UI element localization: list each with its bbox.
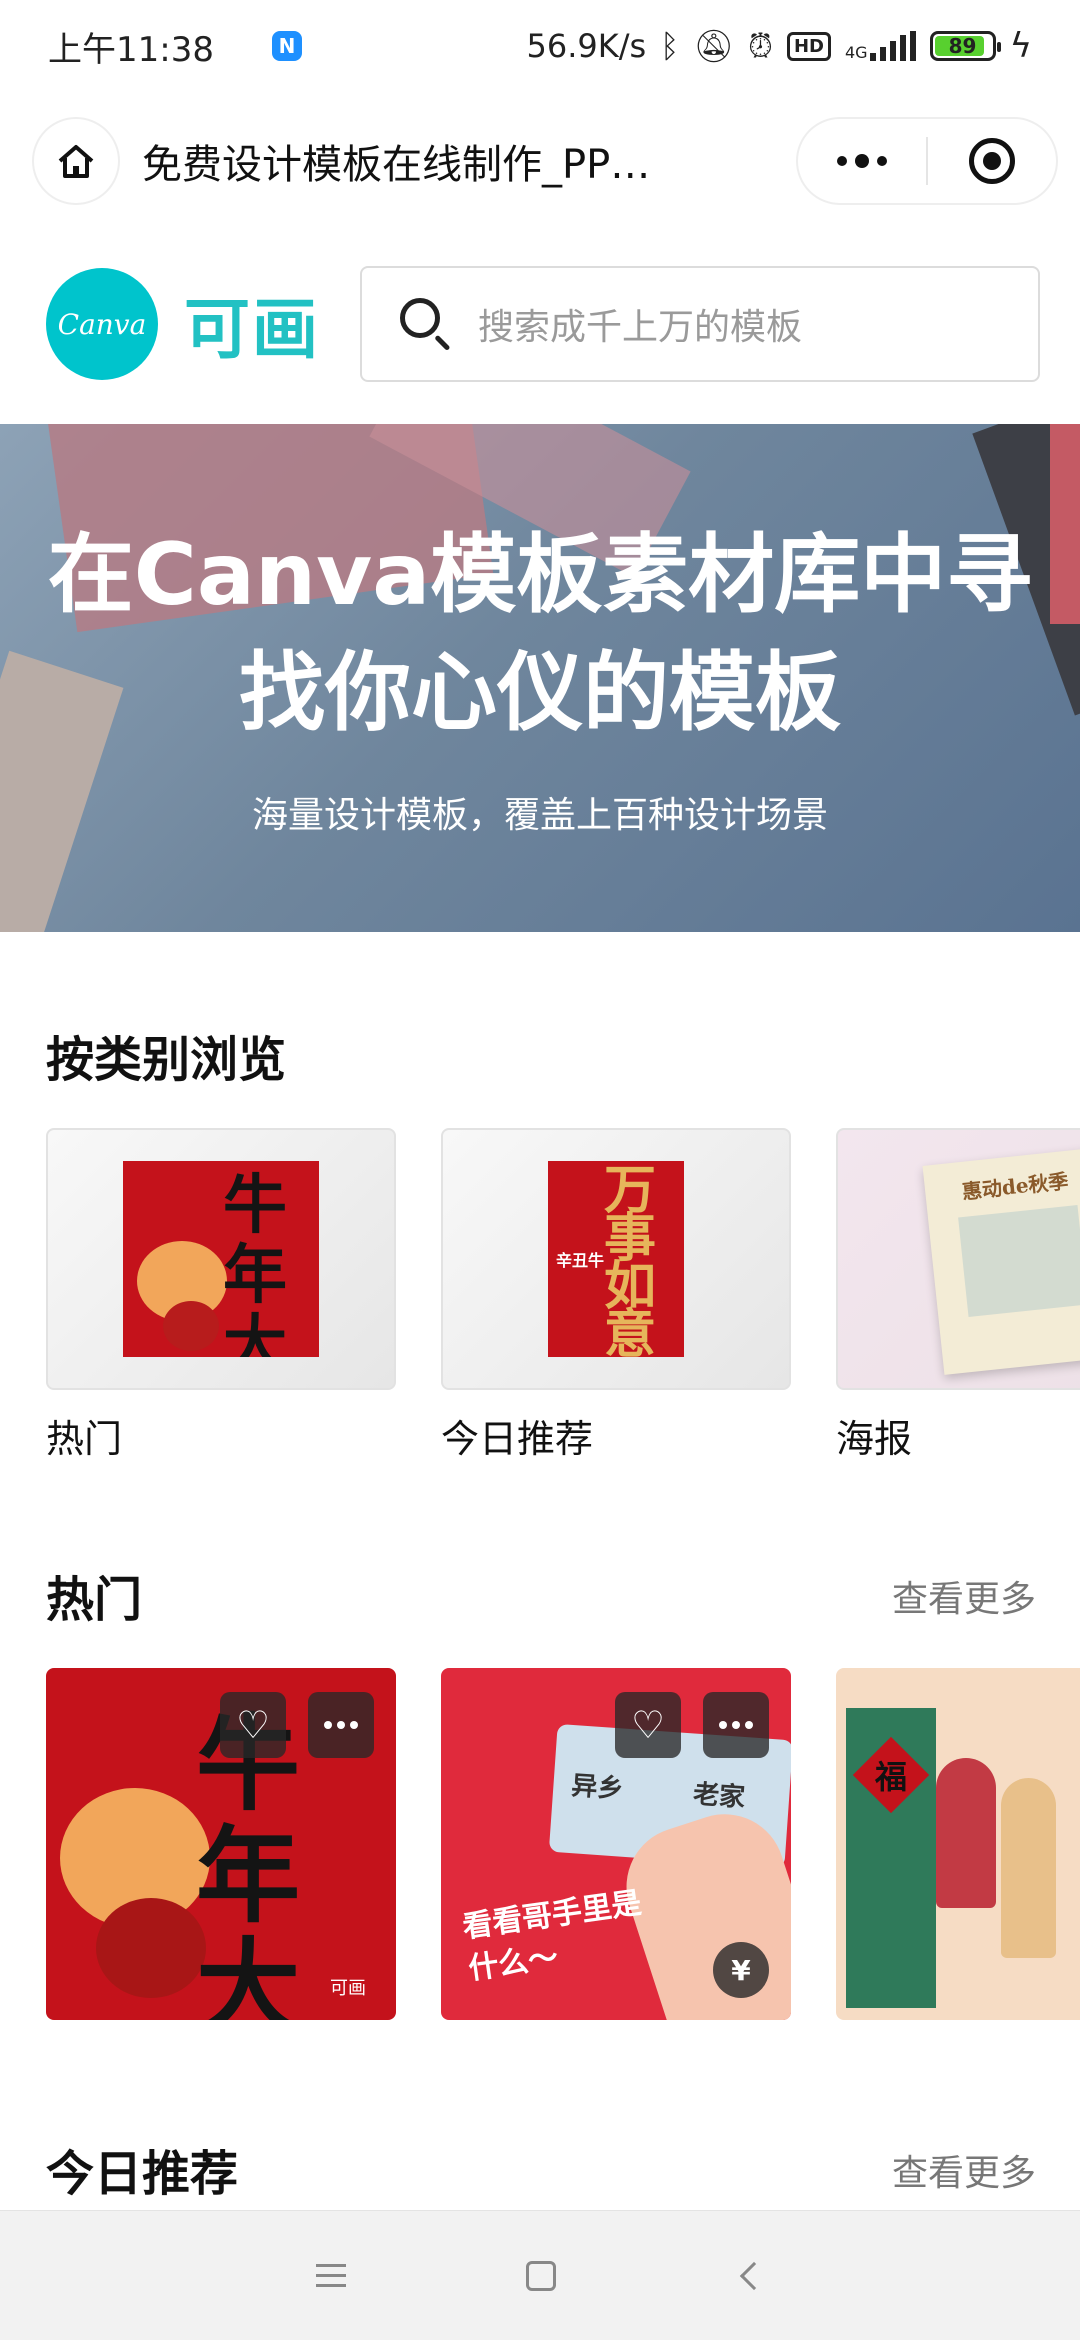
artwork-person [1001,1778,1056,1958]
category-label: 海报 [836,1417,913,1461]
alarm-icon: ⏰︎ [748,27,773,65]
capsule-menu [796,117,1058,205]
search-placeholder: 搜索成千上万的模板 [478,307,803,348]
category-thumbnail: 惠动de秋季 [836,1128,1080,1390]
more-menu-button[interactable] [798,119,926,203]
template-card[interactable]: 福 ♡ [836,1668,1080,2020]
home-icon [58,145,94,178]
charging-icon: ϟ [1009,26,1032,66]
category-label: 热门 [46,1417,123,1461]
header: Canva 可画 搜索成千上万的模板 [46,266,1040,382]
canva-logo[interactable]: Canva [46,268,158,380]
search-input[interactable]: 搜索成千上万的模板 [360,266,1040,382]
system-nav-bar [0,2210,1080,2340]
hero-decoration [1050,424,1080,624]
card-more-button[interactable] [308,1692,374,1758]
target-icon [969,138,1015,184]
network-type: 4G [844,43,868,62]
status-time: 上午11:38 [48,29,214,70]
heart-icon: ♡ [235,1703,271,1747]
more-dots-icon [837,154,887,168]
artwork-caption: 看看哥手里是什么～ [460,1885,644,1987]
artwork-text: 老家 [692,1779,747,1814]
home-button[interactable] [32,117,120,205]
template-card[interactable]: 牛年大吉 可画 ♡ [46,1668,396,2020]
mini-program-title-bar: 免费设计模板在线制作_PP… [32,116,1058,206]
hero-banner: 在Canva模板素材库中寻找你心仪的模板 海量设计模板，覆盖上百种设计场景 [0,424,1080,932]
hero-subtitle: 海量设计模板，覆盖上百种设计场景 [251,795,828,836]
more-dots-icon [719,1721,753,1729]
template-card[interactable]: 异乡 老家 看看哥手里是什么～ ♡ ¥ [441,1668,791,2020]
hot-heading: 热门 [46,1572,143,1628]
today-heading: 今日推荐 [46,2146,239,2202]
page-title: 免费设计模板在线制作_PP… [142,142,651,188]
cellular-signal-icon: 4G [845,31,916,61]
search-icon [398,296,454,352]
favorite-button[interactable]: ♡ [220,1692,286,1758]
recent-apps-button[interactable] [316,2264,346,2287]
heart-icon: ♡ [630,1703,666,1747]
mute-bell-icon: 🔕︎ [693,27,734,65]
hd-badge: HD [786,31,831,61]
status-indicators: 56.9K/s ᛒ 🔕︎ ⏰︎ HD 4G 89 ϟ [526,26,1032,66]
category-card-hot[interactable]: 牛年大吉 热门 [46,1128,396,1463]
artwork-illustration [958,1205,1080,1317]
premium-price-badge: ¥ [713,1942,769,1998]
battery-icon: 89 [929,31,1001,61]
artwork-person [936,1758,996,1908]
artwork-text: 异乡 [570,1771,625,1805]
back-button[interactable] [739,2261,769,2290]
battery-level: 89 [948,34,977,58]
artwork-calligraphy: 牛年大吉 [223,1168,287,1358]
kehua-logo: 可画 [184,291,320,368]
artwork-calligraphy: 万事如意 [604,1161,657,1358]
artwork-brand-mark: 可画 [330,1978,366,1999]
category-label: 今日推荐 [441,1417,594,1461]
category-card-poster[interactable]: 惠动de秋季 海报 [836,1128,1080,1463]
browse-heading: 按类别浏览 [46,1032,287,1088]
hot-see-more-link[interactable]: 查看更多 [892,1570,1036,1622]
category-list: 牛年大吉 热门 辛丑牛 万事如意 今日推荐 惠动de秋季 海报 [46,1128,1080,1468]
card-actions: ♡ [615,1692,769,1758]
template-artwork: 辛丑牛 万事如意 [548,1161,684,1357]
favorite-button[interactable]: ♡ [615,1692,681,1758]
home-nav-button[interactable] [526,2260,556,2291]
bluetooth-icon: ᛒ [660,27,680,65]
template-artwork: 惠动de秋季 [922,1147,1080,1375]
artwork-subtext: 辛丑牛 [556,1251,605,1270]
today-see-more-link[interactable]: 查看更多 [892,2144,1036,2196]
category-thumbnail: 牛年大吉 [46,1128,396,1390]
status-bar: 上午11:38 N 56.9K/s ᛒ 🔕︎ ⏰︎ HD 4G 89 ϟ [0,0,1080,92]
template-artwork: 牛年大吉 [123,1161,319,1357]
hot-template-list: 牛年大吉 可画 ♡ 异乡 老家 看看哥手里是什么～ ♡ ¥ 福 ♡ [46,1668,1080,2020]
category-thumbnail: 辛丑牛 万事如意 [441,1128,791,1390]
more-dots-icon [324,1721,358,1729]
hero-title: 在Canva模板素材库中寻找你心仪的模板 [47,525,1033,743]
close-mini-program-button[interactable] [928,119,1056,203]
net-speed: 56.9K/s [526,27,647,65]
artwork-title: 惠动de秋季 [960,1168,1070,1204]
notification-app-icon: N [271,31,302,61]
category-card-today[interactable]: 辛丑牛 万事如意 今日推荐 [441,1128,791,1463]
card-actions: ♡ [220,1692,374,1758]
card-more-button[interactable] [703,1692,769,1758]
